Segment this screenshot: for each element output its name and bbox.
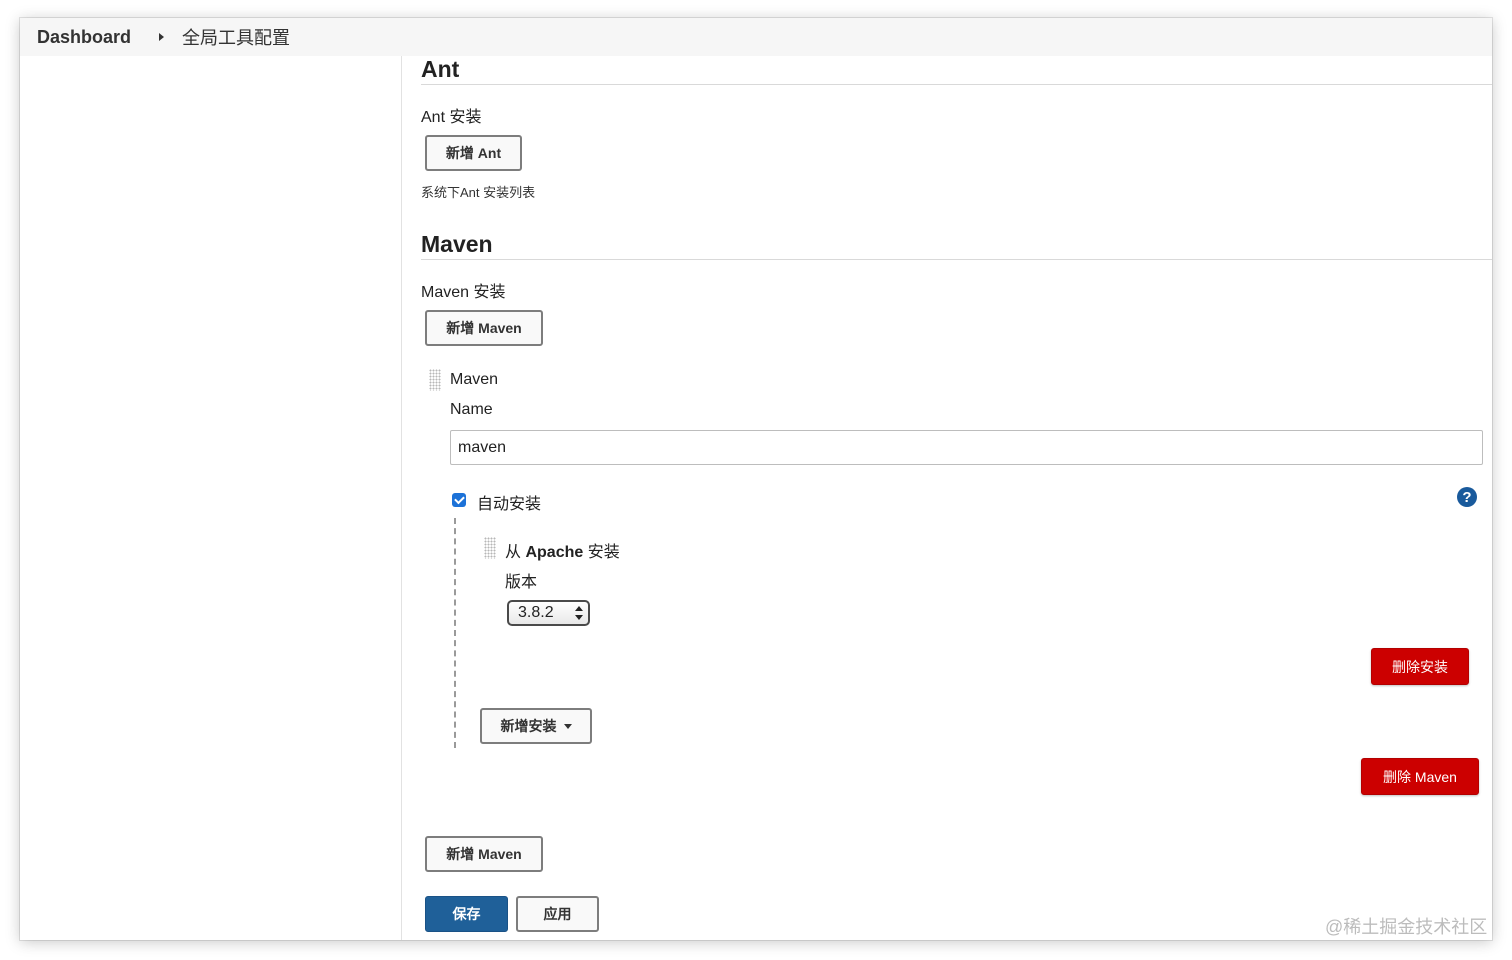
maven-item-title: Maven [450, 371, 499, 388]
add-maven-button-top[interactable]: 新增 Maven [425, 310, 543, 346]
installer-title-source: Apache [525, 544, 584, 561]
maven-section-title: Maven [421, 231, 493, 257]
add-maven-button-bottom[interactable]: 新增 Maven [425, 836, 543, 872]
installer-group-border [454, 518, 456, 748]
installer-title: 从 Apache 安装 [505, 538, 620, 562]
delete-installer-button[interactable]: 删除安装 [1371, 648, 1469, 685]
maven-install-label: Maven 安装 [421, 284, 506, 301]
name-label: Name [450, 401, 493, 418]
installer-drag-handle-icon[interactable] [484, 537, 496, 559]
version-select-value: 3.8.2 [518, 604, 554, 621]
save-button[interactable]: 保存 [425, 896, 508, 932]
main-content: Ant Ant 安装 新增 Ant 系统下Ant 安装列表 Maven Mave… [20, 18, 1492, 940]
caret-down-icon [563, 723, 572, 729]
ant-install-hint: 系统下Ant 安装列表 [421, 185, 536, 200]
auto-install-checkbox[interactable] [452, 493, 466, 507]
version-select[interactable]: 3.8.2 [507, 600, 590, 626]
ant-install-label: Ant 安装 [421, 109, 482, 126]
ant-section-divider [421, 84, 1492, 85]
maven-section-divider [421, 259, 1492, 260]
check-icon [453, 493, 465, 505]
maven-name-input[interactable] [450, 430, 1483, 465]
drag-handle-icon[interactable] [429, 369, 441, 391]
auto-install-label: 自动安装 [477, 496, 542, 513]
ant-section-title: Ant [421, 56, 460, 82]
apply-button[interactable]: 应用 [516, 896, 599, 932]
add-installer-dropdown-button[interactable]: 新增安装 [480, 708, 592, 744]
app-window: Dashboard 全局工具配置 Ant Ant 安装 新增 Ant 系统下An… [20, 18, 1492, 940]
select-arrows-icon [575, 606, 583, 620]
installer-title-suffix: 安装 [587, 544, 620, 561]
watermark: @稀土掘金技术社区 [1325, 917, 1488, 937]
installer-title-prefix: 从 [505, 544, 522, 561]
delete-maven-button[interactable]: 删除 Maven [1361, 758, 1479, 795]
add-installer-label: 新增安装 [500, 718, 557, 734]
add-ant-button[interactable]: 新增 Ant [425, 135, 522, 171]
version-label: 版本 [505, 574, 538, 591]
help-icon[interactable]: ? [1457, 487, 1477, 507]
